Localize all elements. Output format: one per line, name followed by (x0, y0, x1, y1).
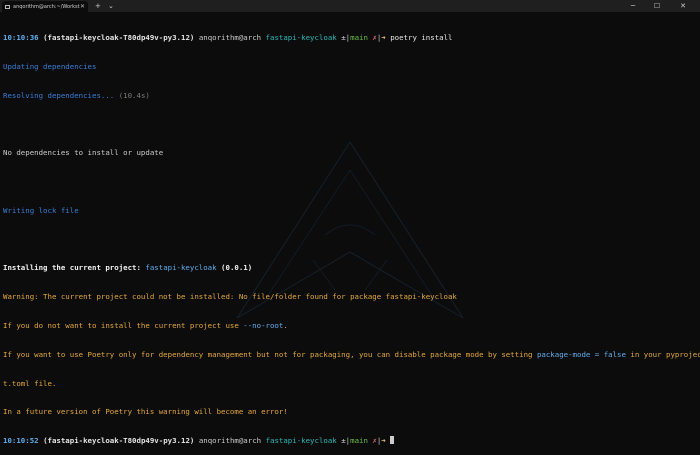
resolving-time: (10.4s) (118, 90, 150, 100)
prompt-time: 10:10:52 (3, 436, 39, 446)
warning-line-4: In a future version of Poetry this warni… (3, 407, 288, 417)
warning-line-3: If you want to use Poetry only for depen… (3, 349, 700, 360)
installing-prefix: Installing the current project: (3, 263, 146, 273)
resolving-text: Resolving dependencies... (3, 90, 115, 100)
package-mode-setting: package-mode = false (536, 349, 626, 359)
prompt-venv: (fastapi-keycloak-T80dp49v-py3.12) (43, 436, 195, 446)
installing-line: Installing the current project: fastapi-… (3, 263, 697, 273)
no-deps-line: No dependencies to install or update (3, 148, 164, 158)
terminal-icon (5, 4, 10, 9)
git-open: ±| (341, 33, 351, 43)
project-name: fastapi-keycloak (145, 263, 217, 273)
tab-title: anqorithm@arch:~/Workstati (13, 3, 80, 10)
warning3-post: in your pyprojec (625, 349, 700, 359)
prompt-user: anqorithm@arch (198, 33, 262, 43)
git-open: ±| (341, 436, 351, 446)
prompt-arrow-icon: ➜ (381, 33, 386, 43)
no-root-flag: --no-root (243, 321, 284, 330)
prompt-user: anqorithm@arch (198, 436, 262, 446)
prompt-dir: fastapi-keycloak (265, 33, 337, 43)
minimize-button[interactable]: ─ (624, 0, 642, 12)
command-text: poetry install (390, 33, 453, 43)
warning2-pre: If you do not want to install the curren… (3, 321, 244, 330)
close-tab-icon[interactable]: ✕ (80, 3, 85, 10)
prompt-dir: fastapi-keycloak (265, 436, 337, 446)
resolving-line: Resolving dependencies... (10.4s) (3, 91, 697, 101)
new-tab-button[interactable]: + (95, 1, 101, 11)
terminal-tab[interactable]: anqorithm@arch:~/Workstati ✕ (2, 1, 88, 12)
window-titlebar: anqorithm@arch:~/Workstati ✕ + ⌄ ─ ☐ ✕ (0, 0, 700, 12)
terminal-cursor (390, 436, 395, 445)
prompt-line-2: 10:10:52 (fastapi-keycloak-T80dp49v-py3.… (3, 436, 697, 446)
prompt-line: 10:10:36 (fastapi-keycloak-T80dp49v-py3.… (3, 33, 697, 43)
project-version: (0.0.1) (221, 263, 253, 273)
maximize-button[interactable]: ☐ (648, 0, 666, 12)
git-branch: main (350, 436, 368, 446)
prompt-arrow-icon: ➜ (381, 436, 386, 446)
git-branch: main (350, 33, 368, 43)
warning-line-2: If you do not want to install the curren… (3, 321, 697, 331)
tab-dropdown-icon[interactable]: ⌄ (108, 1, 114, 11)
writing-lock-line: Writing lock file (3, 205, 79, 215)
warning3-pre: If you want to use Poetry only for depen… (3, 349, 537, 359)
updating-line: Updating dependencies (3, 61, 97, 71)
terminal-output[interactable]: 10:10:36 (fastapi-keycloak-T80dp49v-py3.… (3, 14, 700, 455)
warning-line-1: Warning: The current project could not b… (3, 292, 457, 302)
warning2-post: . (283, 321, 288, 330)
warning-line-3-wrap: t.toml file. (3, 378, 57, 388)
prompt-venv: (fastapi-keycloak-T80dp49v-py3.12) (43, 33, 195, 43)
prompt-time: 10:10:36 (3, 33, 39, 43)
close-window-button[interactable]: ✕ (674, 0, 692, 12)
